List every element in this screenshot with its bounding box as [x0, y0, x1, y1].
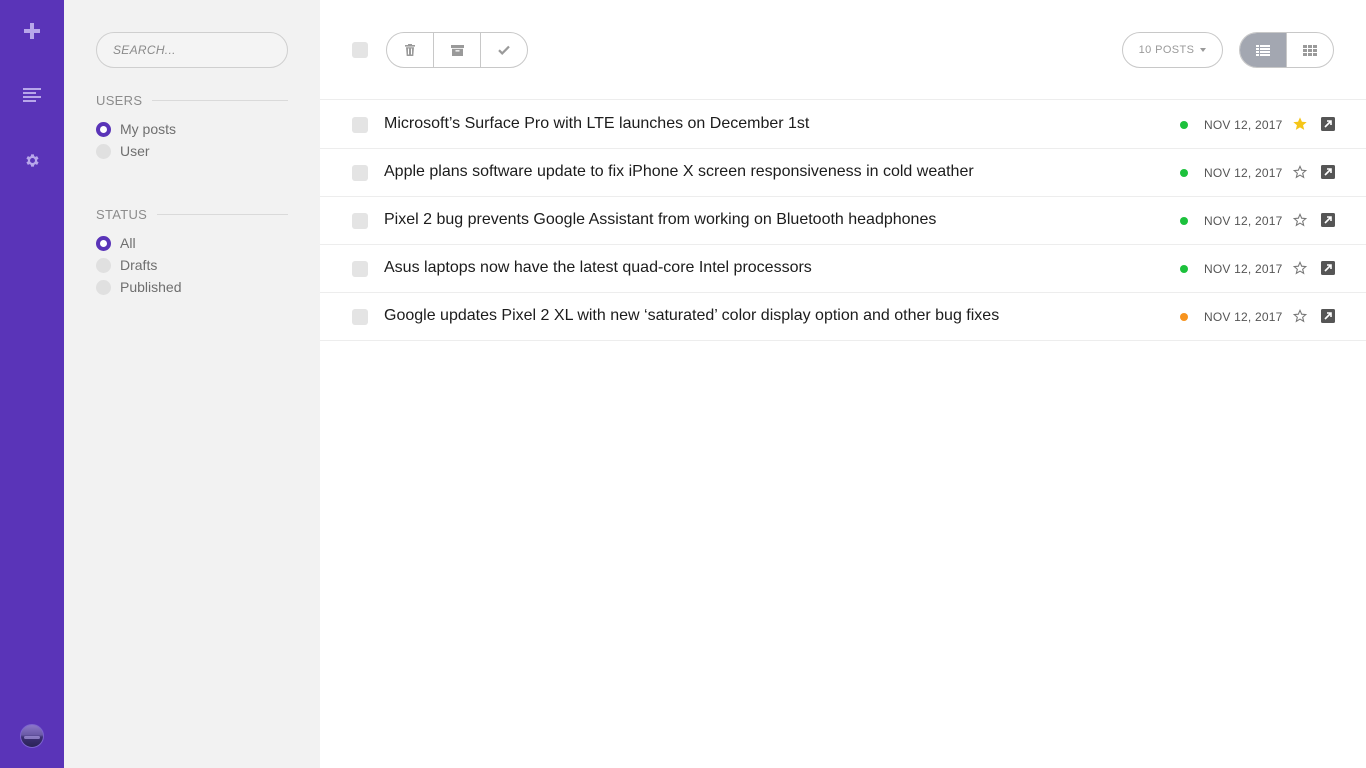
radio-button[interactable] — [96, 279, 111, 295]
users-section-title: USERS — [96, 93, 288, 108]
post-row[interactable]: Google updates Pixel 2 XL with new ‘satu… — [320, 293, 1366, 341]
posts-per-page-label: 10 POSTS — [1138, 44, 1195, 56]
plus-icon[interactable] — [20, 19, 44, 43]
row-checkbox[interactable] — [352, 213, 368, 229]
post-date: NOV 12, 2017 — [1204, 262, 1283, 276]
check-icon — [498, 45, 510, 55]
user-avatar[interactable] — [20, 724, 44, 748]
open-external-icon[interactable] — [1321, 213, 1335, 227]
star-outline-icon[interactable] — [1292, 212, 1308, 228]
toolbar: 10 POSTS — [320, 0, 1366, 100]
select-all-checkbox[interactable] — [352, 42, 368, 58]
search-input[interactable] — [96, 32, 288, 68]
status-section-title: STATUS — [96, 207, 288, 222]
list-view-button[interactable] — [1240, 33, 1286, 67]
status-dot-published — [1180, 265, 1188, 273]
chevron-down-icon — [1200, 48, 1207, 52]
archive-button[interactable] — [433, 33, 480, 67]
status-dot-published — [1180, 217, 1188, 225]
radio-label: All — [120, 235, 136, 251]
radio-button[interactable] — [96, 257, 111, 273]
app: USERS My posts User STATUS All Drafts Pu… — [0, 0, 1366, 768]
post-title[interactable]: Asus laptops now have the latest quad-co… — [384, 259, 812, 277]
left-rail — [0, 0, 64, 768]
post-list: Microsoft’s Surface Pro with LTE launche… — [320, 101, 1366, 341]
radio-label: Published — [120, 279, 182, 295]
publish-button[interactable] — [480, 33, 527, 67]
list-view-icon — [1256, 44, 1270, 56]
open-external-icon[interactable] — [1321, 117, 1335, 131]
view-toggle — [1239, 32, 1334, 68]
radio-label: User — [120, 143, 150, 159]
status-dot-published — [1180, 121, 1188, 129]
post-title[interactable]: Microsoft’s Surface Pro with LTE launche… — [384, 115, 809, 133]
post-title[interactable]: Google updates Pixel 2 XL with new ‘satu… — [384, 307, 999, 325]
radio-drafts[interactable]: Drafts — [96, 257, 157, 273]
main-content: 10 POSTS Microsoft’s Surface Pro with LT… — [320, 0, 1366, 768]
post-date: NOV 12, 2017 — [1204, 118, 1283, 132]
post-row[interactable]: Pixel 2 bug prevents Google Assistant fr… — [320, 197, 1366, 245]
star-outline-icon[interactable] — [1292, 260, 1308, 276]
open-external-icon[interactable] — [1321, 309, 1335, 323]
post-row[interactable]: Apple plans software update to fix iPhon… — [320, 149, 1366, 197]
post-title[interactable]: Apple plans software update to fix iPhon… — [384, 163, 974, 181]
post-date: NOV 12, 2017 — [1204, 166, 1283, 180]
bulk-actions — [386, 32, 528, 68]
users-section-label: USERS — [96, 93, 143, 108]
status-dot-draft — [1180, 313, 1188, 321]
radio-published[interactable]: Published — [96, 279, 182, 295]
status-section-label: STATUS — [96, 207, 148, 222]
archive-icon — [450, 44, 464, 56]
row-checkbox[interactable] — [352, 117, 368, 133]
open-external-icon[interactable] — [1321, 165, 1335, 179]
radio-label: Drafts — [120, 257, 158, 273]
grid-view-icon — [1303, 44, 1317, 56]
radio-all[interactable]: All — [96, 235, 136, 251]
post-date: NOV 12, 2017 — [1204, 214, 1283, 228]
list-icon[interactable] — [20, 83, 44, 107]
open-external-icon[interactable] — [1321, 261, 1335, 275]
row-checkbox[interactable] — [352, 261, 368, 277]
divider — [157, 214, 288, 215]
star-filled-icon[interactable] — [1292, 116, 1308, 132]
post-row[interactable]: Asus laptops now have the latest quad-co… — [320, 245, 1366, 293]
trash-icon — [405, 44, 415, 56]
post-date: NOV 12, 2017 — [1204, 310, 1283, 324]
delete-button[interactable] — [387, 33, 433, 67]
radio-button[interactable] — [96, 121, 111, 137]
post-title[interactable]: Pixel 2 bug prevents Google Assistant fr… — [384, 211, 936, 229]
radio-user[interactable]: User — [96, 143, 150, 159]
filter-panel: USERS My posts User STATUS All Drafts Pu… — [64, 0, 320, 768]
divider — [152, 100, 288, 101]
row-checkbox[interactable] — [352, 165, 368, 181]
post-row[interactable]: Microsoft’s Surface Pro with LTE launche… — [320, 101, 1366, 149]
radio-button[interactable] — [96, 143, 111, 159]
radio-label: My posts — [120, 121, 177, 137]
status-dot-published — [1180, 169, 1188, 177]
gear-icon[interactable] — [20, 148, 44, 172]
radio-button[interactable] — [96, 235, 111, 251]
grid-view-button[interactable] — [1286, 33, 1333, 67]
star-outline-icon[interactable] — [1292, 308, 1308, 324]
radio-my-posts[interactable]: My posts — [96, 121, 176, 137]
star-outline-icon[interactable] — [1292, 164, 1308, 180]
row-checkbox[interactable] — [352, 309, 368, 325]
posts-per-page-select[interactable]: 10 POSTS — [1122, 32, 1223, 68]
